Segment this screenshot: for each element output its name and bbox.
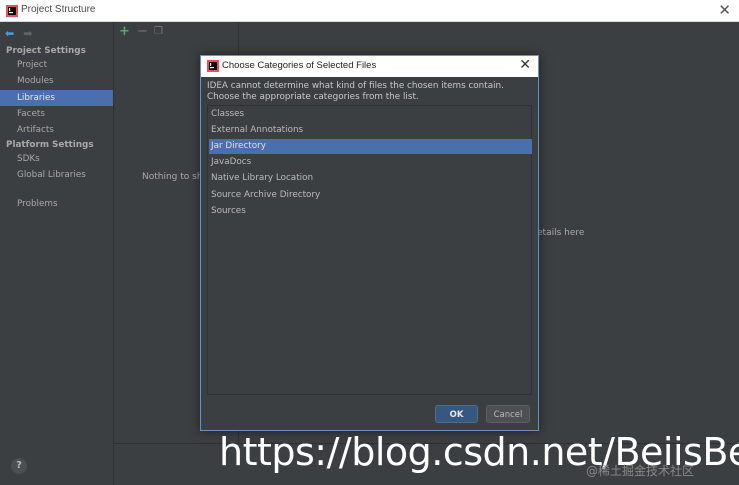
dialog-message-line-2: Choose the appropriate categories from t… <box>207 92 419 102</box>
cancel-button[interactable]: Cancel <box>486 405 530 423</box>
sidebar-item-libraries[interactable]: Libraries <box>0 90 113 106</box>
forward-arrow-icon[interactable]: ➡ <box>23 27 32 40</box>
help-icon[interactable]: ? <box>11 458 27 474</box>
nav-arrows: ⬅ ➡ <box>5 27 38 40</box>
dialog-message-line-1: IDEA cannot determine what kind of files… <box>207 81 504 91</box>
copy-icon[interactable]: ❐ <box>154 26 163 37</box>
settings-sidebar: ⬅ ➡ Project Settings Project Modules Lib… <box>0 22 114 485</box>
section-header-platform-settings: Platform Settings <box>6 140 94 150</box>
window-title: Project Structure <box>21 4 96 15</box>
add-icon[interactable]: + <box>119 24 130 39</box>
dialog-titlebar: Choose Categories of Selected Files ✕ <box>201 56 538 77</box>
list-item-external-annotations[interactable]: External Annotations <box>209 123 532 138</box>
window-titlebar: Project Structure ✕ <box>0 0 739 22</box>
remove-icon[interactable]: − <box>137 24 148 39</box>
watermark-secondary: @稀土掘金技术社区 <box>586 464 695 478</box>
window-close-icon[interactable]: ✕ <box>718 1 731 19</box>
ok-button[interactable]: OK <box>435 405 478 423</box>
dialog-title: Choose Categories of Selected Files <box>222 60 377 71</box>
details-placeholder-text: etails here <box>537 228 585 238</box>
sidebar-item-facets[interactable]: Facets <box>0 106 113 122</box>
intellij-app-icon <box>6 5 18 17</box>
back-arrow-icon[interactable]: ⬅ <box>5 27 14 40</box>
section-header-project-settings: Project Settings <box>6 46 86 56</box>
dialog-close-icon[interactable]: ✕ <box>519 57 531 73</box>
sidebar-item-project[interactable]: Project <box>0 57 113 73</box>
sidebar-item-global-libraries[interactable]: Global Libraries <box>0 167 113 183</box>
category-list[interactable]: Classes External Annotations Jar Directo… <box>207 105 532 395</box>
sidebar-item-problems[interactable]: Problems <box>0 196 113 212</box>
list-item-sources[interactable]: Sources <box>209 204 532 219</box>
choose-categories-dialog: Choose Categories of Selected Files ✕ ID… <box>200 55 539 431</box>
list-item-source-archive-directory[interactable]: Source Archive Directory <box>209 188 532 203</box>
dialog-message: IDEA cannot determine what kind of files… <box>207 81 504 103</box>
list-item-native-library-location[interactable]: Native Library Location <box>209 171 532 186</box>
sidebar-item-artifacts[interactable]: Artifacts <box>0 122 113 138</box>
list-item-javadocs[interactable]: JavaDocs <box>209 155 532 170</box>
list-item-jar-directory[interactable]: Jar Directory <box>209 139 532 154</box>
empty-list-text: Nothing to sho <box>142 172 209 182</box>
intellij-app-icon <box>207 60 219 72</box>
sidebar-item-modules[interactable]: Modules <box>0 73 113 89</box>
sidebar-item-sdks[interactable]: SDKs <box>0 151 113 167</box>
list-item-classes[interactable]: Classes <box>209 107 532 122</box>
